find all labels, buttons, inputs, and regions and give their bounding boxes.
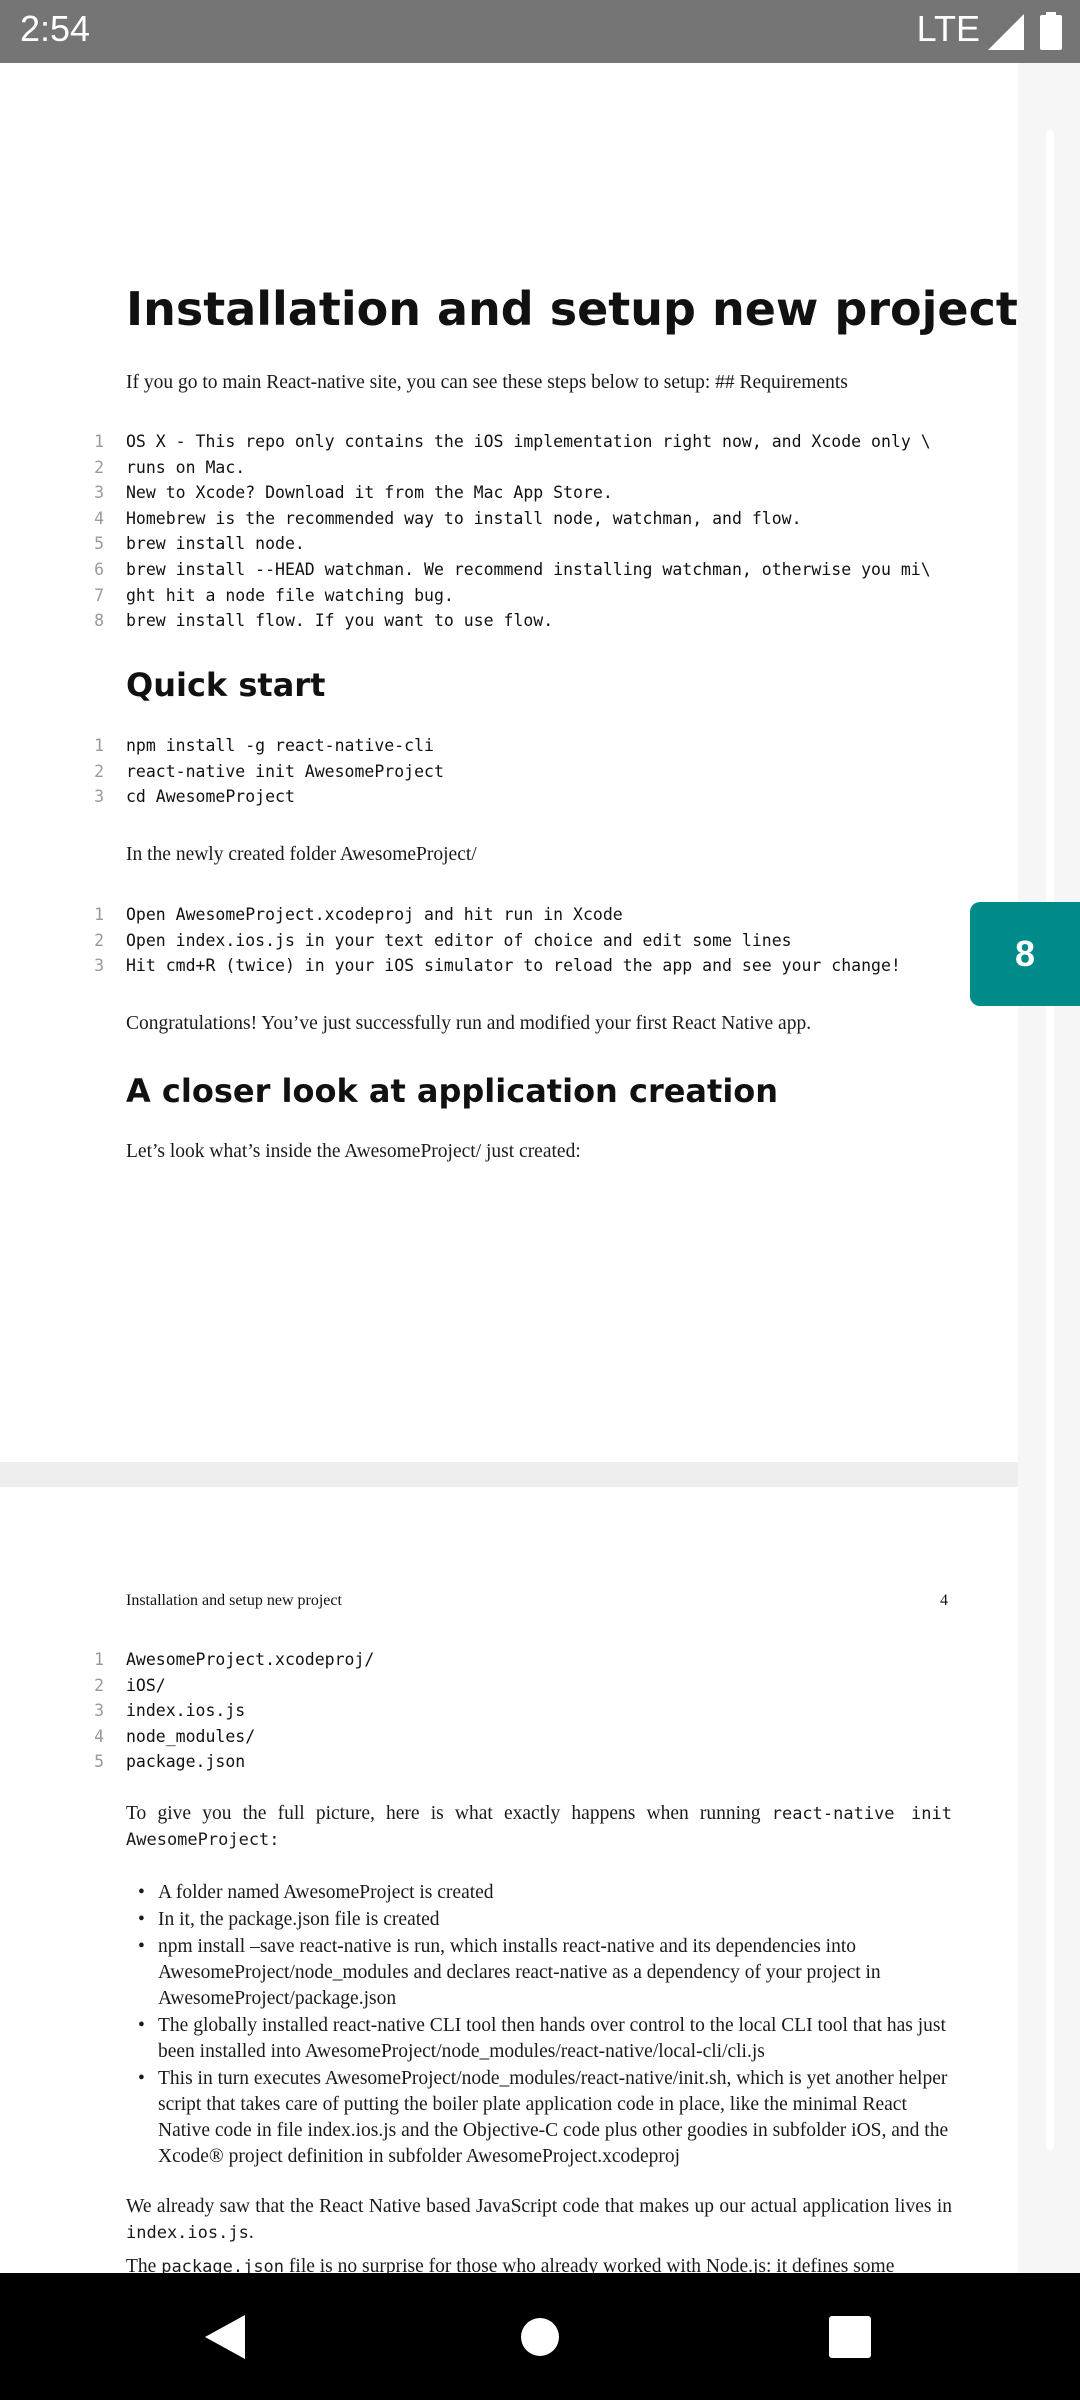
page-separator xyxy=(0,1462,1018,1487)
list-item: The globally installed react-native CLI … xyxy=(138,2013,953,2065)
recents-button[interactable] xyxy=(790,2273,910,2400)
status-time: 2:54 xyxy=(20,8,91,49)
list-item: npm install –save react-native is run, w… xyxy=(138,1934,953,2012)
congrats-paragraph: Congratulations! You’ve just successfull… xyxy=(126,1013,812,1034)
inline-code: package.json xyxy=(161,2257,285,2273)
signal-icon xyxy=(988,14,1024,50)
intro-paragraph: If you go to main React-native site, you… xyxy=(126,372,848,393)
status-bar: 2:54 LTE xyxy=(0,0,1080,63)
back-icon xyxy=(205,2314,245,2359)
paragraph-text: file is no surprise for those who alread… xyxy=(288,2256,895,2273)
back-button[interactable] xyxy=(165,2273,285,2400)
list-item: In it, the package.json file is created xyxy=(138,1907,953,1933)
paragraph-text: To give you the full picture, here is wh… xyxy=(126,1803,761,1824)
battery-icon xyxy=(1040,12,1062,50)
page-title: Installation and setup new project xyxy=(126,282,1018,336)
list-item: This in turn executes AwesomeProject/nod… xyxy=(138,2066,953,2170)
network-type: LTE xyxy=(916,8,980,49)
bullet-list: A folder named AwesomeProject is created… xyxy=(138,1880,953,2171)
paragraph-text: We already saw that the React Native bas… xyxy=(126,2196,952,2217)
running-header: Installation and setup new project xyxy=(126,1592,342,1609)
package-paragraph: The package.json file is no surprise for… xyxy=(126,2254,952,2273)
recents-icon xyxy=(829,2315,871,2358)
home-icon xyxy=(521,2317,559,2356)
closer-look-heading: A closer look at application creation xyxy=(126,1072,779,1110)
paragraph-text: The xyxy=(126,2256,157,2273)
closer-look-paragraph: Let’s look what’s inside the AwesomeProj… xyxy=(126,1141,581,1162)
inline-code: index.ios.js xyxy=(126,2223,249,2243)
page-number-badge[interactable]: 8 xyxy=(970,902,1080,1006)
full-picture-paragraph: To give you the full picture, here is wh… xyxy=(126,1801,952,1853)
folder-paragraph: In the newly created folder AwesomeProje… xyxy=(126,844,477,865)
page-number: 4 xyxy=(940,1592,948,1609)
already-saw-paragraph: We already saw that the React Native bas… xyxy=(126,2196,952,2243)
quick-start-heading: Quick start xyxy=(126,666,326,704)
navigation-bar xyxy=(0,2273,1080,2400)
home-button[interactable] xyxy=(480,2273,600,2400)
list-item: A folder named AwesomeProject is created xyxy=(138,1880,953,1906)
scrollbar[interactable] xyxy=(1046,130,1054,2150)
